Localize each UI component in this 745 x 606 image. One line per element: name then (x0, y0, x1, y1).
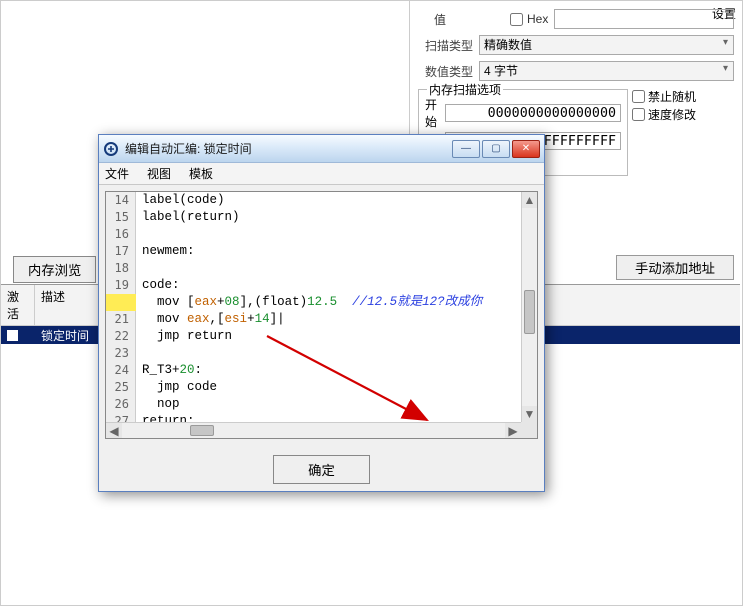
hex-checkbox[interactable] (510, 13, 523, 26)
value-label: 值 (434, 11, 452, 28)
dialog-title: 编辑自动汇编: 锁定时间 (125, 140, 452, 157)
dialog-titlebar[interactable]: 编辑自动汇编: 锁定时间 — ▢ ✕ (99, 135, 544, 163)
memory-view-button[interactable]: 内存浏览 (13, 256, 96, 283)
col-active[interactable]: 激活 (1, 285, 35, 325)
speedhack-label: 速度修改 (648, 106, 696, 123)
value-type-select[interactable]: 4 字节 (479, 61, 734, 81)
disable-random-label: 禁止随机 (648, 88, 696, 105)
disable-random-checkbox[interactable] (632, 90, 645, 103)
value-input[interactable] (554, 9, 734, 29)
line-number: 24 (106, 362, 135, 379)
menu-file[interactable]: 文件 (105, 165, 129, 182)
maximize-button[interactable]: ▢ (482, 140, 510, 158)
scroll-corner (521, 422, 537, 438)
minimize-button[interactable]: — (452, 140, 480, 158)
dialog-body: 14 15 16 17 18 19 20 21 22 23 24 25 26 2… (99, 185, 544, 445)
scroll-right-icon[interactable]: ▶ (505, 423, 521, 438)
line-number: 18 (106, 260, 135, 277)
menu-template[interactable]: 模板 (189, 165, 213, 182)
dialog-menubar: 文件 视图 模板 (99, 163, 544, 185)
scroll-up-icon[interactable]: ▲ (522, 192, 537, 208)
ok-button[interactable]: 确定 (273, 455, 370, 484)
line-number: 26 (106, 396, 135, 413)
line-number: 21 (106, 311, 135, 328)
line-number: 15 (106, 209, 135, 226)
scroll-thumb[interactable] (524, 290, 535, 334)
start-address-input[interactable] (445, 104, 621, 122)
close-button[interactable]: ✕ (512, 140, 540, 158)
line-gutter: 14 15 16 17 18 19 20 21 22 23 24 25 26 2… (106, 192, 136, 422)
gutter-highlight (106, 294, 136, 311)
line-number: 17 (106, 243, 135, 260)
scan-type-select[interactable]: 精确数值 (479, 35, 734, 55)
add-address-button[interactable]: 手动添加地址 (616, 255, 734, 280)
scroll-thumb-h[interactable] (190, 425, 214, 436)
row-active-checkbox[interactable] (7, 330, 18, 341)
auto-assemble-dialog: 编辑自动汇编: 锁定时间 — ▢ ✕ 文件 视图 模板 14 15 16 17 … (98, 134, 545, 492)
horizontal-scrollbar[interactable]: ◀ ▶ (106, 422, 521, 438)
start-label: 开始 (425, 96, 445, 130)
line-number: 14 (106, 192, 135, 209)
vertical-scrollbar[interactable]: ▲ ▼ (521, 192, 537, 422)
scan-type-label: 扫描类型 (418, 37, 473, 54)
speedhack-checkbox[interactable] (632, 108, 645, 121)
side-checks: 禁止随机 速度修改 (632, 87, 696, 124)
app-icon (103, 141, 119, 157)
code-text[interactable]: label(code) label(return) newmem: code: … (136, 192, 521, 422)
hex-label: Hex (527, 12, 548, 26)
line-number: 23 (106, 345, 135, 362)
mem-scan-legend: 内存扫描选项 (427, 81, 503, 98)
code-editor[interactable]: 14 15 16 17 18 19 20 21 22 23 24 25 26 2… (105, 191, 538, 439)
line-number: 25 (106, 379, 135, 396)
value-type-label: 数值类型 (418, 63, 473, 80)
line-number: 19 (106, 277, 135, 294)
scroll-left-icon[interactable]: ◀ (106, 423, 122, 438)
menu-view[interactable]: 视图 (147, 165, 171, 182)
line-number: 22 (106, 328, 135, 345)
scroll-down-icon[interactable]: ▼ (522, 406, 537, 422)
line-number: 16 (106, 226, 135, 243)
